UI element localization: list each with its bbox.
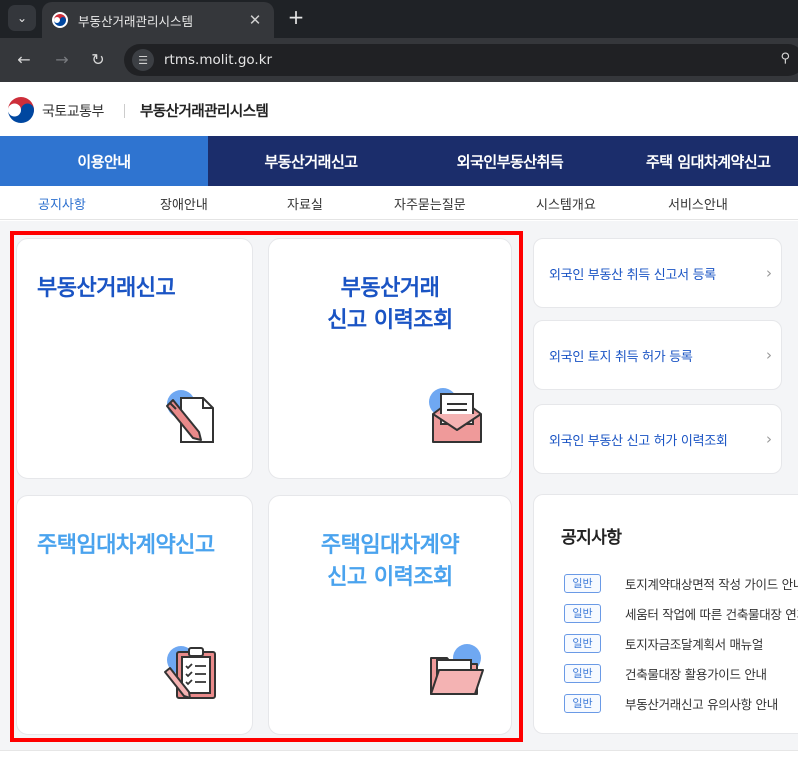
- chevron-right-icon: ›: [766, 430, 772, 448]
- new-tab-button[interactable]: +: [284, 6, 308, 30]
- notice-panel: 공지사항 일반 토지계약대상면적 작성 가이드 안내 일반 세움터 작업에 따른…: [533, 494, 798, 734]
- notice-text: 세움터 작업에 따른 건축물대장 연계 안내: [625, 606, 798, 622]
- org-name[interactable]: 국토교통부: [42, 101, 104, 121]
- notice-item[interactable]: 일반 토지계약대상면적 작성 가이드 안내: [564, 573, 798, 593]
- notice-item[interactable]: 일반 부동산거래신고 유의사항 안내: [564, 693, 778, 713]
- quick-link-label: 외국인 부동산 신고 허가 이력조회: [549, 433, 728, 449]
- zoom-icon[interactable]: ⚲: [780, 51, 790, 66]
- header-divider: [124, 104, 125, 118]
- notice-item[interactable]: 일반 건축물대장 활용가이드 안내: [564, 663, 767, 683]
- notice-text: 부동산거래신고 유의사항 안내: [625, 696, 778, 712]
- sub-nav-item-system-overview[interactable]: 시스템개요: [536, 194, 596, 213]
- sub-nav-item-faq[interactable]: 자주묻는질문: [394, 194, 466, 213]
- main-nav-item-foreign-acquisition[interactable]: 외국인부동산취득: [414, 136, 606, 186]
- sub-nav-item-outage[interactable]: 장애안내: [160, 194, 208, 213]
- quick-link-foreign-property-registration[interactable]: 외국인 부동산 취득 신고서 등록 ›: [533, 238, 782, 308]
- tab-search-button[interactable]: ⌄: [8, 5, 36, 31]
- open-folder-icon: [425, 640, 489, 704]
- site-settings-icon[interactable]: ☰: [132, 49, 154, 71]
- taegeuk-favicon-icon: [52, 12, 68, 28]
- clipboard-checklist-icon: [159, 640, 223, 704]
- chevron-down-icon: ⌄: [16, 11, 28, 25]
- notice-badge: 일반: [564, 603, 601, 623]
- sub-nav-item-service-guide[interactable]: 서비스안내: [668, 194, 728, 213]
- footer-strip: [0, 750, 798, 769]
- forward-arrow-icon[interactable]: →: [50, 48, 74, 72]
- system-title[interactable]: 부동산거래관리시스템: [140, 100, 269, 121]
- card-lease-history[interactable]: 주택임대차계약 신고 이력조회: [268, 495, 512, 735]
- card-transaction-history[interactable]: 부동산거래 신고 이력조회: [268, 238, 512, 479]
- main-nav-item-guide[interactable]: 이용안내: [0, 136, 208, 186]
- notice-badge: 일반: [564, 693, 601, 713]
- main-nav: 이용안내 부동산거래신고 외국인부동산취득 주택 임대차계약신고: [0, 136, 798, 186]
- main-nav-item-transaction-report[interactable]: 부동산거래신고: [208, 136, 414, 186]
- notice-item[interactable]: 일반 세움터 작업에 따른 건축물대장 연계 안내: [564, 603, 798, 623]
- quick-link-label: 외국인 토지 취득 허가 등록: [549, 349, 693, 365]
- browser-toolbar: ← → ↻ ☰ rtms.molit.go.kr ⚲: [0, 38, 798, 82]
- close-tab-icon[interactable]: ✕: [246, 11, 264, 29]
- main-nav-item-lease-report[interactable]: 주택 임대차계약신고: [606, 136, 798, 186]
- card-title: 부동산거래 신고 이력조회: [327, 276, 453, 333]
- notice-text: 토지자금조달계획서 매뉴얼: [625, 636, 764, 652]
- document-pen-icon: [159, 384, 223, 448]
- card-lease-report[interactable]: 주택임대차계약신고: [16, 495, 253, 735]
- card-title: 부동산거래신고: [37, 276, 176, 301]
- quick-link-label: 외국인 부동산 취득 신고서 등록: [549, 267, 716, 283]
- taegeuk-logo-icon[interactable]: [6, 95, 36, 125]
- address-bar[interactable]: ☰ rtms.molit.go.kr ⚲: [124, 44, 798, 76]
- sub-nav: 공지사항 장애안내 자료실 자주묻는질문 시스템개요 서비스안내: [0, 186, 798, 220]
- sub-nav-item-notices[interactable]: 공지사항: [38, 194, 86, 213]
- notice-text: 건축물대장 활용가이드 안내: [625, 666, 767, 682]
- card-title: 주택임대차계약신고: [37, 533, 215, 558]
- quick-link-foreign-report-history[interactable]: 외국인 부동산 신고 허가 이력조회 ›: [533, 404, 782, 474]
- notice-badge: 일반: [564, 633, 601, 653]
- quick-link-foreign-land-permit[interactable]: 외국인 토지 취득 허가 등록 ›: [533, 320, 782, 390]
- notice-heading[interactable]: 공지사항: [561, 523, 622, 548]
- notice-badge: 일반: [564, 573, 601, 593]
- back-arrow-icon[interactable]: ←: [12, 48, 36, 72]
- notice-item[interactable]: 일반 토지자금조달계획서 매뉴얼: [564, 633, 763, 653]
- reload-icon[interactable]: ↻: [86, 48, 110, 72]
- url-text: rtms.molit.go.kr: [164, 52, 273, 68]
- card-transaction-report[interactable]: 부동산거래신고: [16, 238, 253, 479]
- site-header: 국토교통부 부동산거래관리시스템: [0, 82, 798, 136]
- tab-title: 부동산거래관리시스템: [78, 13, 194, 29]
- notice-text: 토지계약대상면적 작성 가이드 안내: [625, 576, 798, 592]
- browser-tab-active[interactable]: 부동산거래관리시스템 ✕: [42, 2, 274, 38]
- envelope-letter-icon: [425, 384, 489, 448]
- notice-badge: 일반: [564, 663, 601, 683]
- chevron-right-icon: ›: [766, 264, 772, 282]
- browser-tab-bar: ⌄ 부동산거래관리시스템 ✕ +: [0, 0, 798, 38]
- chevron-right-icon: ›: [766, 346, 772, 364]
- sub-nav-item-archive[interactable]: 자료실: [287, 194, 323, 213]
- card-title: 주택임대차계약 신고 이력조회: [320, 533, 460, 590]
